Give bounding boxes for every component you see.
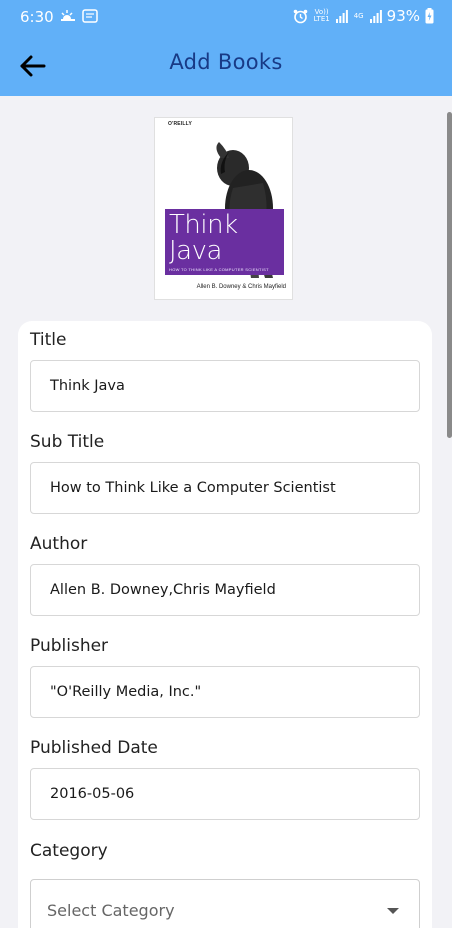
- author-value: Allen B. Downey,Chris Mayfield: [50, 582, 276, 598]
- page-title: Add Books: [169, 50, 283, 74]
- published-date-label: Published Date: [30, 738, 158, 758]
- alarm-icon: [293, 9, 307, 23]
- status-time: 6:30: [20, 8, 54, 26]
- title-label: Title: [30, 330, 67, 350]
- status-right-icons: Vo)) LTE1 4G 93%: [293, 7, 434, 25]
- signal-icon-2: [369, 9, 382, 23]
- publisher-field[interactable]: "O'Reilly Media, Inc.": [30, 666, 420, 718]
- category-placeholder: Select Category: [47, 901, 175, 920]
- cover-publisher: O'REILLY: [168, 121, 192, 127]
- app-screen: 6:30 Vo)) LTE1 4G 93% Add Books O'REILLY…: [0, 0, 452, 928]
- weather-icon: [61, 10, 75, 21]
- lte-label: Vo)) LTE1: [313, 8, 330, 23]
- subtitle-label: Sub Title: [30, 432, 105, 452]
- app-bar: Add Books: [0, 34, 452, 96]
- author-field[interactable]: Allen B. Downey,Chris Mayfield: [30, 564, 420, 616]
- battery-level: 93%: [386, 7, 420, 25]
- published-date-field[interactable]: 2016-05-06: [30, 768, 420, 820]
- battery-charging-icon: [425, 8, 434, 24]
- subtitle-value: How to Think Like a Computer Scientist: [50, 480, 336, 496]
- book-form-card: Title Think Java Sub Title How to Think …: [18, 321, 432, 928]
- chevron-down-icon: [387, 908, 399, 914]
- title-value: Think Java: [50, 378, 125, 394]
- subtitle-field[interactable]: How to Think Like a Computer Scientist: [30, 462, 420, 514]
- top-bar: 6:30 Vo)) LTE1 4G 93% Add Books: [0, 0, 452, 96]
- publisher-label: Publisher: [30, 636, 109, 656]
- status-bar: 6:30 Vo)) LTE1 4G 93%: [0, 0, 452, 34]
- cover-authors: Allen B. Downey & Chris Mayfield: [196, 284, 286, 290]
- cover-tagline: HOW TO THINK LIKE A COMPUTER SCIENTIST: [169, 267, 269, 272]
- category-label: Category: [30, 841, 108, 861]
- author-label: Author: [30, 534, 88, 554]
- published-date-value: 2016-05-06: [50, 786, 135, 802]
- cover-title-line2: Java: [169, 236, 222, 266]
- status-left-icons: [60, 9, 98, 23]
- book-cover-image[interactable]: O'REILLY Think Java HOW TO THINK LIKE A …: [154, 117, 293, 300]
- message-icon: [82, 9, 98, 23]
- publisher-value: "O'Reilly Media, Inc.": [50, 684, 202, 700]
- network-label: 4G: [353, 11, 364, 20]
- title-field[interactable]: Think Java: [30, 360, 420, 412]
- scrollbar[interactable]: [447, 112, 452, 438]
- signal-icon: [335, 9, 348, 23]
- category-select[interactable]: Select Category: [30, 879, 420, 928]
